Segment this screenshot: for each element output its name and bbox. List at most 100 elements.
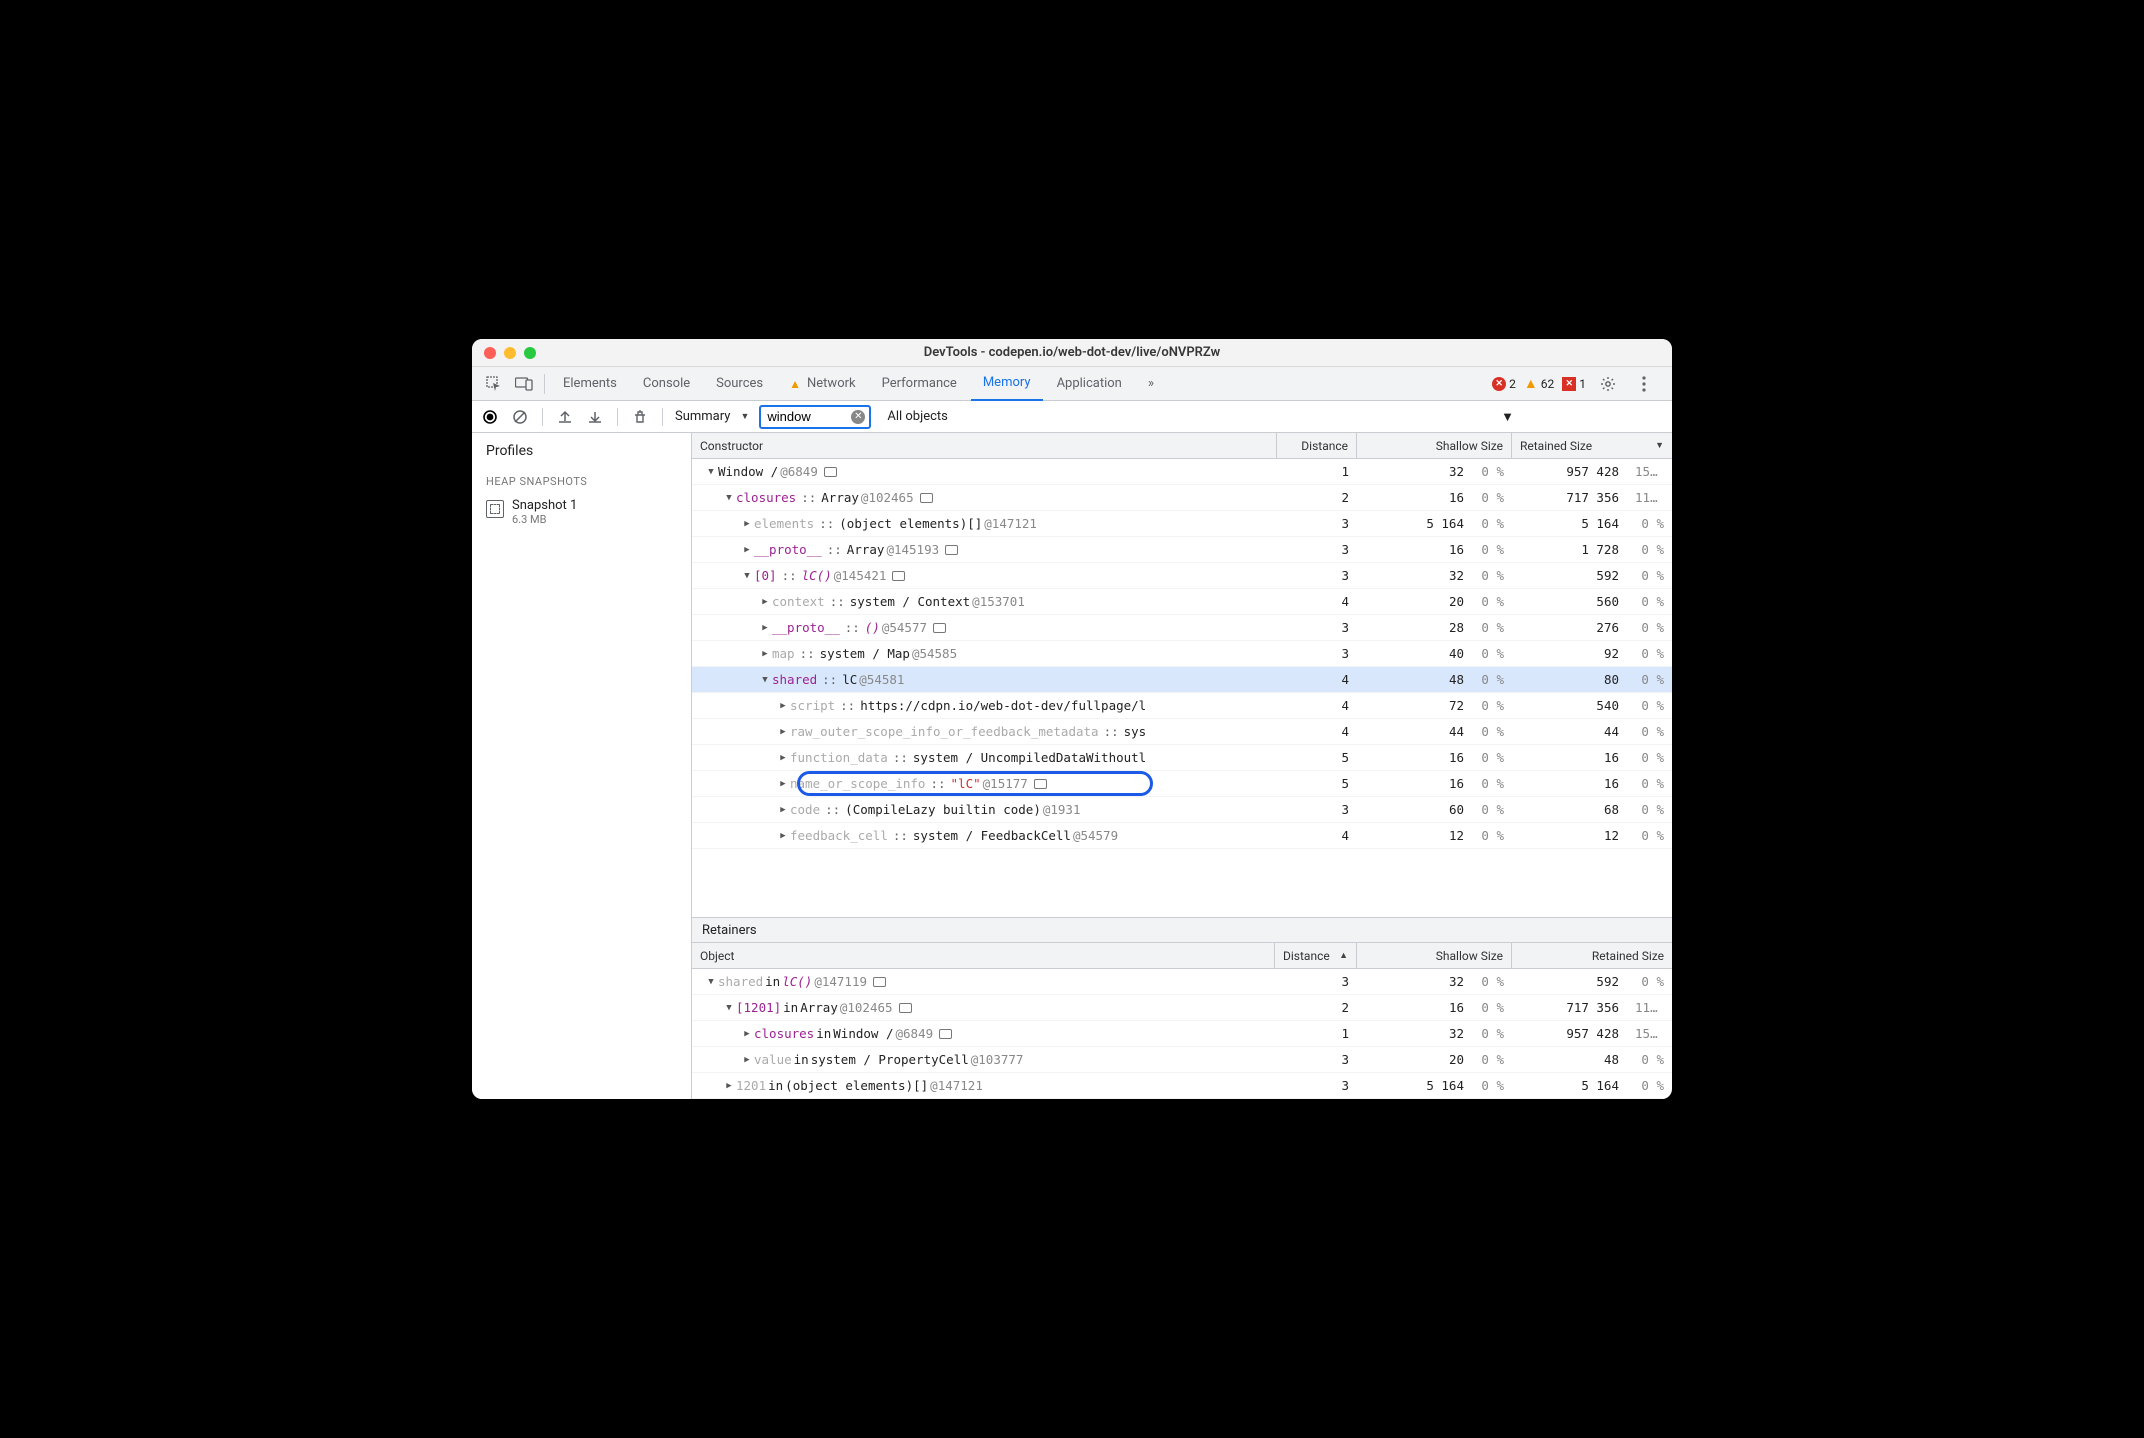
record-icon[interactable] [480, 407, 500, 427]
table-row[interactable]: ▶ feedback_cell :: system / FeedbackCell… [692, 823, 1672, 849]
save-icon[interactable] [585, 407, 605, 427]
clear-filter-icon[interactable]: ✕ [851, 410, 865, 424]
chevron-down-icon[interactable]: ▼ [1501, 409, 1514, 425]
table-row[interactable]: ▶ name_or_scope_info :: "lC" @15177 5 16… [692, 771, 1672, 797]
object-link-icon[interactable] [1034, 779, 1047, 789]
retained-size-cell: 957 428 [1512, 1026, 1627, 1041]
table-row[interactable]: ▶ script :: https://cdpn.io/web-dot-dev/… [692, 693, 1672, 719]
disclosure-triangle-icon[interactable]: ▶ [760, 649, 770, 659]
disclosure-triangle-icon[interactable]: ▶ [742, 519, 752, 529]
disclosure-triangle-icon[interactable]: ▶ [778, 753, 788, 763]
table-row[interactable]: ▶ value in system / PropertyCell @103777… [692, 1047, 1672, 1073]
table-row[interactable]: ▼ [0] :: lC() @145421 3 32 0 % 592 0 % [692, 563, 1672, 589]
shallow-size-cell: 16 [1357, 776, 1472, 791]
col-constructor[interactable]: Constructor [692, 433, 1277, 458]
disclosure-triangle-icon[interactable]: ▶ [742, 1029, 752, 1039]
tab-sources[interactable]: Sources [704, 367, 775, 401]
issues-badge[interactable]: ✕1 [1562, 377, 1586, 391]
table-row[interactable]: ▶ __proto__ :: () @54577 3 28 0 % 276 0 … [692, 615, 1672, 641]
shallow-size-cell: 32 [1357, 1026, 1472, 1041]
retained-pct-cell: 11 % [1627, 490, 1672, 505]
tab-application[interactable]: Application [1045, 367, 1134, 401]
clear-icon[interactable] [510, 407, 530, 427]
inspect-element-icon[interactable] [480, 370, 508, 398]
disclosure-triangle-icon[interactable]: ▶ [760, 597, 770, 607]
retained-size-cell: 717 356 [1512, 1000, 1627, 1015]
col-object[interactable]: Object [692, 943, 1275, 968]
object-link-icon[interactable] [824, 467, 837, 477]
object-link-icon[interactable] [899, 1003, 912, 1013]
col-retained-size[interactable]: Retained Size▼ [1512, 433, 1672, 458]
more-menu-icon[interactable] [1630, 370, 1658, 398]
retained-size-cell: 16 [1512, 750, 1627, 765]
table-row[interactable]: ▶ 1201 in (object elements)[] @147121 3 … [692, 1073, 1672, 1099]
shallow-size-cell: 20 [1357, 594, 1472, 609]
retained-pct-cell: 0 % [1627, 542, 1672, 557]
col-shallow-2[interactable]: Shallow Size [1357, 943, 1512, 968]
distance-cell: 4 [1277, 594, 1357, 609]
settings-icon[interactable] [1594, 370, 1622, 398]
object-link-icon[interactable] [920, 493, 933, 503]
table-row[interactable]: ▶ closures in Window / @6849 1 32 0 % 95… [692, 1021, 1672, 1047]
shallow-pct-cell: 0 % [1472, 464, 1512, 479]
retained-pct-cell: 0 % [1627, 698, 1672, 713]
tabs-overflow[interactable]: » [1136, 367, 1166, 401]
disclosure-triangle-icon[interactable]: ▶ [778, 779, 788, 789]
disclosure-triangle-icon[interactable]: ▶ [778, 701, 788, 711]
table-row[interactable]: ▶ map :: system / Map @54585 3 40 0 % 92… [692, 641, 1672, 667]
disclosure-triangle-icon[interactable]: ▼ [742, 571, 752, 581]
table-row[interactable]: ▶ raw_outer_scope_info_or_feedback_metad… [692, 719, 1672, 745]
tab-performance[interactable]: Performance [870, 367, 969, 401]
disclosure-triangle-icon[interactable]: ▶ [742, 545, 752, 555]
disclosure-triangle-icon[interactable]: ▼ [706, 467, 716, 477]
disclosure-triangle-icon[interactable]: ▶ [742, 1055, 752, 1065]
object-link-icon[interactable] [933, 623, 946, 633]
table-row[interactable]: ▼ closures :: Array @102465 2 16 0 % 717… [692, 485, 1672, 511]
warnings-badge[interactable]: ▲62 [1524, 375, 1554, 392]
table-row[interactable]: ▼ shared in lC() @147119 3 32 0 % 592 0 … [692, 969, 1672, 995]
disclosure-triangle-icon[interactable]: ▶ [778, 727, 788, 737]
gc-icon[interactable] [630, 407, 650, 427]
table-row[interactable]: ▶ elements :: (object elements)[] @14712… [692, 511, 1672, 537]
table-row[interactable]: ▶ __proto__ :: Array @145193 3 16 0 % 1 … [692, 537, 1672, 563]
object-link-icon[interactable] [892, 571, 905, 581]
object-link-icon[interactable] [873, 977, 886, 987]
disclosure-triangle-icon[interactable]: ▼ [724, 493, 734, 503]
table-row[interactable]: ▶ function_data :: system / UncompiledDa… [692, 745, 1672, 771]
snapshot-item[interactable]: Snapshot 1 6.3 MB [472, 492, 691, 532]
disclosure-triangle-icon[interactable]: ▶ [778, 805, 788, 815]
tab-elements[interactable]: Elements [551, 367, 629, 401]
table-row[interactable]: ▼ shared :: lC @54581 4 48 0 % 80 0 % [692, 667, 1672, 693]
retained-pct-cell: 0 % [1627, 828, 1672, 843]
object-link-icon[interactable] [939, 1029, 952, 1039]
disclosure-triangle-icon[interactable]: ▼ [760, 675, 770, 685]
filter-field[interactable] [767, 409, 847, 424]
retainers-rows[interactable]: ▼ shared in lC() @147119 3 32 0 % 592 0 … [692, 969, 1672, 1099]
disclosure-triangle-icon[interactable]: ▼ [724, 1003, 734, 1013]
view-mode-dropdown[interactable]: Summary▼ [675, 409, 749, 424]
errors-badge[interactable]: ✕2 [1492, 377, 1516, 391]
col-shallow-size[interactable]: Shallow Size [1357, 433, 1512, 458]
disclosure-triangle-icon[interactable]: ▶ [760, 623, 770, 633]
object-link-icon[interactable] [945, 545, 958, 555]
load-icon[interactable] [555, 407, 575, 427]
tab-memory[interactable]: Memory [971, 367, 1043, 401]
table-row[interactable]: ▶ code :: (CompileLazy builtin code) @19… [692, 797, 1672, 823]
tab-console[interactable]: Console [631, 367, 702, 401]
disclosure-triangle-icon[interactable]: ▶ [778, 831, 788, 841]
col-distance-2[interactable]: Distance▲ [1275, 943, 1357, 968]
col-distance[interactable]: Distance [1277, 433, 1357, 458]
device-toolbar-icon[interactable] [510, 370, 538, 398]
objects-filter-dropdown[interactable]: All objects [887, 409, 948, 424]
table-row[interactable]: ▶ context :: system / Context @153701 4 … [692, 589, 1672, 615]
table-row[interactable]: ▼ Window / @6849 1 32 0 % 957 428 15 % [692, 459, 1672, 485]
disclosure-triangle-icon[interactable]: ▶ [724, 1081, 734, 1091]
disclosure-triangle-icon[interactable]: ▼ [706, 977, 716, 987]
constructor-rows[interactable]: ▼ Window / @6849 1 32 0 % 957 428 15 % ▼… [692, 459, 1672, 917]
table-row[interactable]: ▼ [1201] in Array @102465 2 16 0 % 717 3… [692, 995, 1672, 1021]
col-retained-2[interactable]: Retained Size [1512, 943, 1672, 968]
class-filter-input[interactable]: ✕ [759, 405, 871, 429]
tab-network[interactable]: ▲Network [777, 367, 868, 401]
distance-cell: 1 [1275, 1026, 1357, 1041]
distance-cell: 3 [1277, 646, 1357, 661]
